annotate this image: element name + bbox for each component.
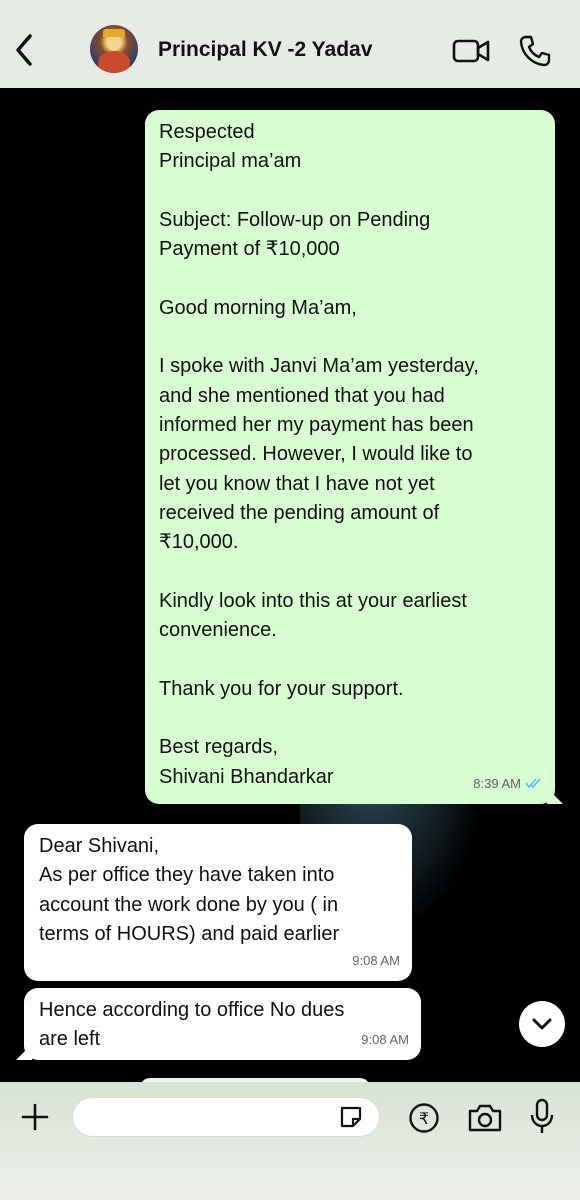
rupee-icon[interactable]: ₹ xyxy=(408,1102,440,1134)
svg-text:₹: ₹ xyxy=(419,1109,429,1128)
message-line: Payment of ₹10,000 xyxy=(159,238,340,261)
scroll-to-bottom-button[interactable] xyxy=(519,1001,565,1047)
message-line xyxy=(159,557,541,586)
message-meta: 8:39 AM xyxy=(473,769,543,798)
message-line: Principal ma’am xyxy=(159,150,302,173)
compose-bar: ₹ xyxy=(0,1082,580,1200)
camera-icon[interactable] xyxy=(466,1102,504,1134)
message-time: 9:08 AM xyxy=(361,1031,409,1047)
avatar[interactable] xyxy=(90,25,138,73)
chevron-down-icon xyxy=(532,1018,552,1030)
outgoing-message[interactable]: Respected Principal ma’am Subject: Follow… xyxy=(145,110,563,804)
message-line: Good morning Ma’am, xyxy=(159,296,357,319)
chat-header: Principal KV -2 Yadav xyxy=(0,0,580,88)
message-input[interactable] xyxy=(73,1098,339,1136)
message-line: Subject: Follow-up on Pending xyxy=(159,208,431,231)
message-line: processed. However, I would like to xyxy=(159,443,473,466)
message-line: Respected xyxy=(159,121,255,143)
sticker-icon[interactable] xyxy=(338,1104,364,1130)
message-text: Respected Principal ma’am Subject: Follow… xyxy=(159,118,541,792)
bubble-tail xyxy=(547,788,563,804)
phone-icon[interactable] xyxy=(518,34,552,68)
message-text: Hence according to office No dues are lef… xyxy=(39,996,406,1055)
message-input-container xyxy=(72,1097,380,1137)
message-line xyxy=(159,177,541,206)
chat-area[interactable]: Respected Principal ma’am Subject: Follow… xyxy=(0,88,580,1088)
message-meta: 9:08 AM xyxy=(361,1025,409,1054)
message-line: ₹10,000. xyxy=(159,531,239,554)
message-line: Thank you for your support. xyxy=(159,677,404,700)
message-meta: 9:08 AM xyxy=(352,946,400,975)
incoming-message[interactable]: Dear Shivani, As per office they have tak… xyxy=(24,824,412,981)
message-line: are left xyxy=(39,1028,101,1051)
message-line: Best regards, xyxy=(159,736,278,759)
message-line: terms of HOURS) and paid earlier xyxy=(39,922,340,945)
message-line: convenience. xyxy=(159,619,277,642)
message-line xyxy=(159,645,541,674)
message-line: Hence according to office No dues xyxy=(39,999,345,1021)
chevron-left-icon[interactable] xyxy=(10,30,38,70)
video-camera-icon[interactable] xyxy=(452,38,490,64)
microphone-icon[interactable] xyxy=(528,1098,556,1136)
plus-icon[interactable] xyxy=(20,1102,50,1132)
message-time: 9:08 AM xyxy=(352,952,400,968)
message-line xyxy=(159,264,541,293)
bubble-tail xyxy=(16,1044,32,1060)
message-line: As per office they have taken into xyxy=(39,864,335,887)
contact-name[interactable]: Principal KV -2 Yadav xyxy=(158,38,372,62)
message-line: received the pending amount of xyxy=(159,501,440,524)
message-line: Dear Shivani, xyxy=(39,835,160,857)
message-line xyxy=(159,704,541,733)
message-text: Dear Shivani, As per office they have tak… xyxy=(39,832,397,949)
message-line: let you know that I have not yet xyxy=(159,472,435,495)
message-line: and she mentioned that you had xyxy=(159,384,445,407)
message-line xyxy=(159,323,541,352)
message-time: 8:39 AM xyxy=(473,775,521,791)
incoming-message[interactable]: Hence according to office No dues are lef… xyxy=(16,988,421,1060)
message-line: I spoke with Janvi Ma’am yesterday, xyxy=(159,355,479,378)
message-line: Kindly look into this at your earliest xyxy=(159,589,467,612)
message-line: informed her my payment has been xyxy=(159,413,474,436)
double-check-read-icon xyxy=(525,778,541,789)
message-line: account the work done by you ( in xyxy=(39,893,339,916)
